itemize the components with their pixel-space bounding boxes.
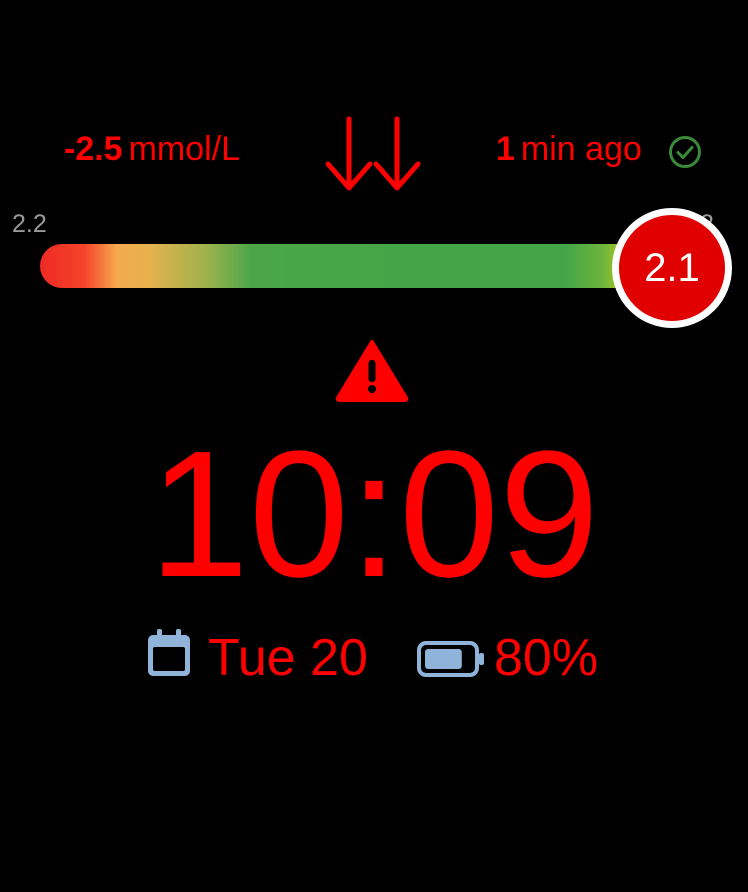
current-time: 10:09 [148, 414, 600, 615]
date-label: Tue 20 [208, 629, 368, 687]
last-update-value: 1 [496, 130, 515, 168]
last-update: 1 min ago [496, 130, 642, 169]
check-circle-icon [669, 136, 701, 168]
battery-icon [417, 641, 484, 677]
delta-unit: mmol/L [128, 130, 241, 168]
current-glucose-marker: 2.1 [612, 208, 732, 328]
gauge-min-label: 2.2 [12, 210, 47, 238]
double-arrow-down-icon [325, 116, 421, 191]
battery-label: 80% [494, 629, 599, 687]
glucose-range-gauge [40, 244, 680, 288]
last-update-unit: min ago [520, 130, 642, 168]
reading-header: -2.5 mmol/L 1 min ago [0, 110, 748, 200]
delta-value: -2.5 [64, 130, 123, 168]
calendar-icon [148, 629, 190, 676]
glucose-delta: -2.5 mmol/L [64, 130, 240, 169]
warning-triangle-icon [335, 340, 409, 402]
